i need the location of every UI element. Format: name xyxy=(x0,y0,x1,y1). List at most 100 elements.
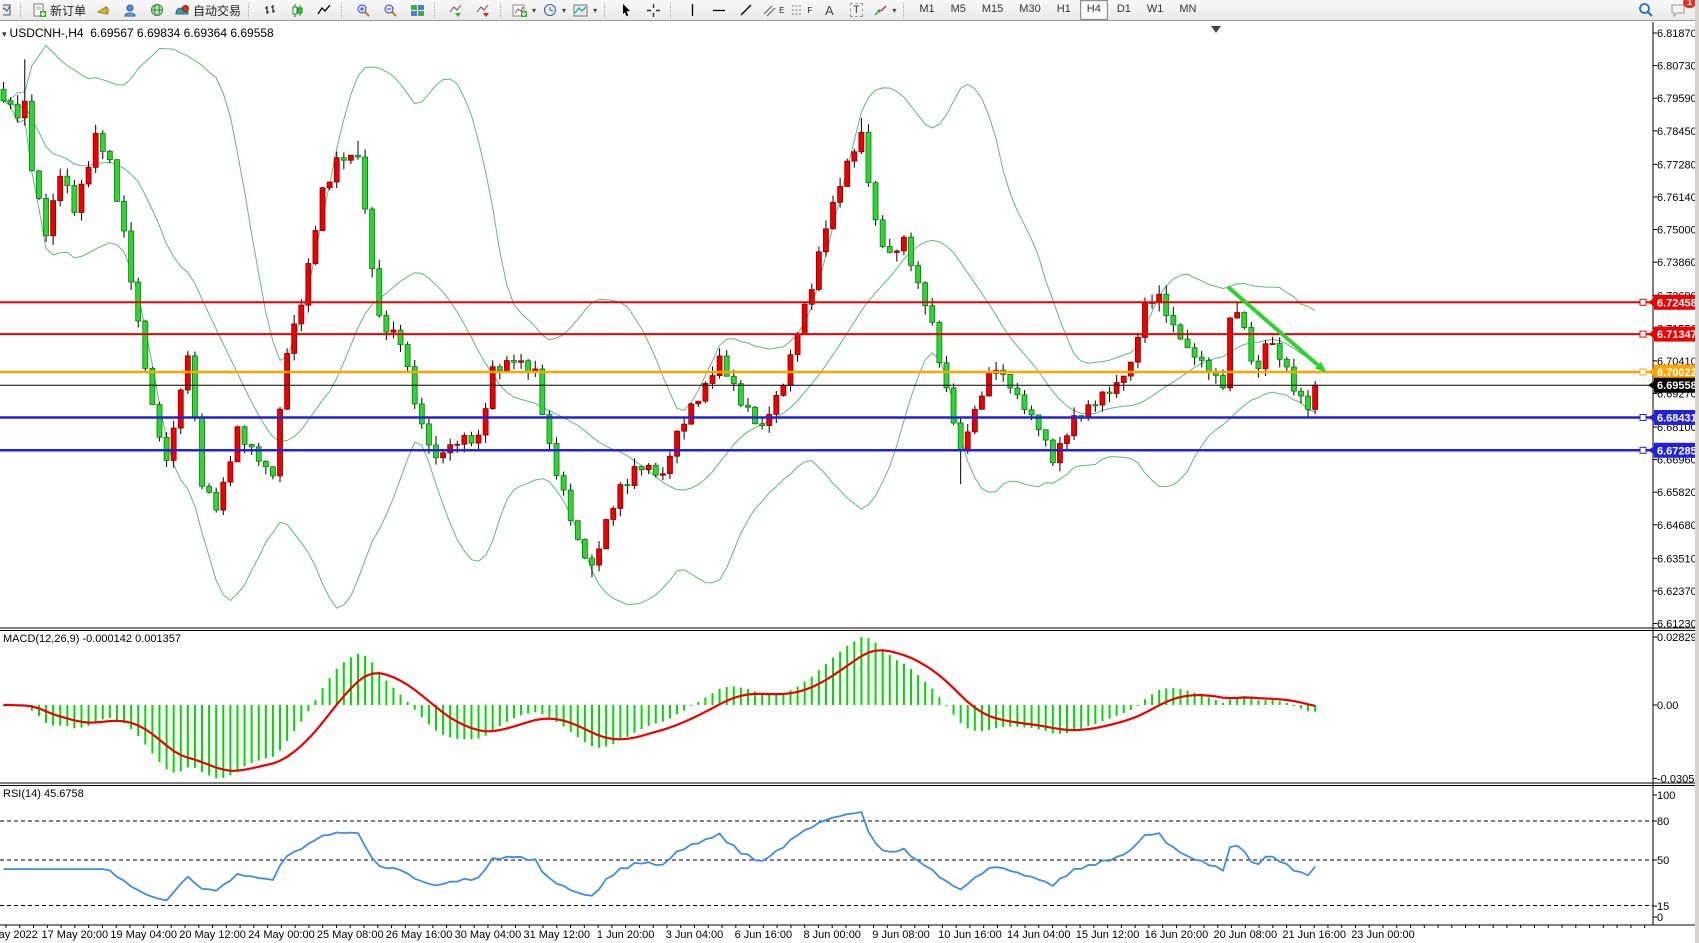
time-label: 16 Jun 20:00 xyxy=(1145,929,1209,941)
fibonacci-tool[interactable]: F xyxy=(788,0,815,20)
svg-text:6.80730: 6.80730 xyxy=(1657,61,1697,73)
tab-timeframe-m5[interactable]: M5 xyxy=(944,0,973,20)
notifications-button[interactable]: 1 xyxy=(1665,0,1691,20)
svg-text:6.63510: 6.63510 xyxy=(1657,553,1697,565)
clock-icon xyxy=(543,3,558,18)
vertical-line-icon xyxy=(686,3,699,17)
time-label: 19 May 04:00 xyxy=(110,929,177,941)
tab-timeframe-m15[interactable]: M15 xyxy=(975,0,1010,20)
zoom-in-button[interactable] xyxy=(350,0,376,20)
chevron-down-icon: ▾ xyxy=(532,6,536,15)
chart-shift-button[interactable] xyxy=(470,0,496,20)
zoom-out-icon xyxy=(383,3,398,18)
chart-canvas[interactable]: 6.818706.807306.795906.784506.772806.761… xyxy=(0,0,1699,943)
time-label: 20 Jun 08:00 xyxy=(1213,929,1277,941)
tab-timeframe-w1[interactable]: W1 xyxy=(1140,0,1171,20)
tab-timeframe-m30[interactable]: M30 xyxy=(1012,0,1047,20)
candles xyxy=(1,59,1318,577)
tab-timeframe-h4[interactable]: H4 xyxy=(1080,0,1108,20)
tab-timeframe-mn[interactable]: MN xyxy=(1172,0,1203,20)
time-label: 25 May 08:00 xyxy=(317,929,384,941)
indicators-button[interactable]: ▾ xyxy=(509,0,539,20)
ohlc-values: 6.69567 6.69834 6.69364 6.69558 xyxy=(90,26,274,40)
line-handle[interactable] xyxy=(1640,331,1646,337)
svg-text:50: 50 xyxy=(1657,855,1669,867)
tab-timeframe-m1[interactable]: M1 xyxy=(912,0,941,20)
time-axis[interactable]: 16 May 202217 May 20:0019 May 04:0020 Ma… xyxy=(0,926,1653,943)
arrows-tool[interactable]: ▾ xyxy=(870,0,899,20)
macd-indicator-label: MACD(12,26,9) -0.000142 0.001357 xyxy=(3,633,181,645)
rsi-indicator-label: RSI(14) 45.6758 xyxy=(3,788,84,800)
chart-area[interactable]: 6.818706.807306.795906.784506.772806.761… xyxy=(0,22,1699,943)
text-tool[interactable]: A xyxy=(816,0,842,20)
text-label-tool[interactable]: T xyxy=(843,0,869,20)
macd-histogram xyxy=(3,637,1317,778)
svg-text:6.71347: 6.71347 xyxy=(1657,329,1697,341)
search-button[interactable] xyxy=(1633,0,1659,20)
line-handle[interactable] xyxy=(1640,415,1646,421)
separator xyxy=(670,3,675,18)
macd-signal-line xyxy=(4,650,1316,771)
tab-timeframe-d1[interactable]: D1 xyxy=(1110,0,1138,20)
separator xyxy=(903,3,908,18)
chevron-down-icon: ▾ xyxy=(593,6,597,15)
autotrade-label: 自动交易 xyxy=(193,2,241,19)
line-handle[interactable] xyxy=(1640,369,1646,375)
time-label: 6 Jun 16:00 xyxy=(735,929,793,941)
channel-icon xyxy=(763,3,776,17)
vertical-line-tool[interactable] xyxy=(679,0,705,20)
profile-button[interactable] xyxy=(117,0,143,20)
auto-scroll-button[interactable] xyxy=(443,0,469,20)
svg-text:6.72458: 6.72458 xyxy=(1657,297,1697,309)
zoom-out-button[interactable] xyxy=(377,0,403,20)
horizontal-level-lines[interactable] xyxy=(0,299,1653,453)
mt4-window: 新订单 自动交易 xyxy=(0,0,1699,943)
line-handle[interactable] xyxy=(1640,447,1646,453)
horizontal-line-tool[interactable] xyxy=(706,0,732,20)
symbol-marker-icon: ▾ xyxy=(2,29,7,39)
trendline-tool[interactable] xyxy=(733,0,759,20)
new-order-icon xyxy=(32,3,47,18)
periods-button[interactable]: ▾ xyxy=(540,0,569,20)
svg-text:6.79590: 6.79590 xyxy=(1657,93,1697,105)
candlestick-button[interactable] xyxy=(284,0,310,20)
svg-text:6.77280: 6.77280 xyxy=(1657,159,1697,171)
market-watch-button[interactable] xyxy=(90,0,116,20)
templates-button[interactable]: ▾ xyxy=(570,0,600,20)
line-handle[interactable] xyxy=(1640,299,1646,305)
tab-timeframe-h1[interactable]: H1 xyxy=(1050,0,1078,20)
crosshair-button[interactable] xyxy=(640,0,666,20)
svg-text:6.81870: 6.81870 xyxy=(1657,28,1697,40)
globe-icon xyxy=(150,3,165,18)
new-order-button[interactable]: 新订单 xyxy=(29,0,89,20)
fibonacci-icon xyxy=(791,3,804,17)
time-label: 26 May 16:00 xyxy=(386,929,453,941)
partial-chart-icon[interactable] xyxy=(2,0,16,20)
channel-glyph: E xyxy=(779,6,784,15)
line-chart-icon xyxy=(317,3,332,18)
cursor-button[interactable] xyxy=(613,0,639,20)
time-label: 30 May 04:00 xyxy=(455,929,522,941)
rsi-line xyxy=(4,812,1316,900)
svg-text:6.70022: 6.70022 xyxy=(1657,367,1697,379)
tile-windows-icon xyxy=(410,3,425,18)
chart-shift-marker[interactable] xyxy=(1211,26,1221,33)
cursor-icon xyxy=(620,3,633,17)
trend-arrow-annotation[interactable] xyxy=(1228,287,1327,373)
line-chart-button[interactable] xyxy=(311,0,337,20)
channel-tool[interactable]: E xyxy=(760,0,787,20)
svg-text:80: 80 xyxy=(1657,816,1669,828)
search-icon xyxy=(1638,2,1654,18)
autotrade-button[interactable]: 自动交易 xyxy=(171,0,244,20)
time-label: 20 May 12:00 xyxy=(179,929,246,941)
svg-text:6.62370: 6.62370 xyxy=(1657,586,1697,598)
separator xyxy=(20,3,25,18)
new-order-label: 新订单 xyxy=(50,2,86,19)
price-tag-6.68431: 6.68431 xyxy=(1648,410,1699,425)
bar-chart-button[interactable] xyxy=(257,0,283,20)
trendline-icon xyxy=(739,3,753,17)
svg-text:6.67285: 6.67285 xyxy=(1657,445,1697,457)
tile-windows-button[interactable] xyxy=(404,0,430,20)
news-button[interactable] xyxy=(144,0,170,20)
separator xyxy=(248,3,253,18)
